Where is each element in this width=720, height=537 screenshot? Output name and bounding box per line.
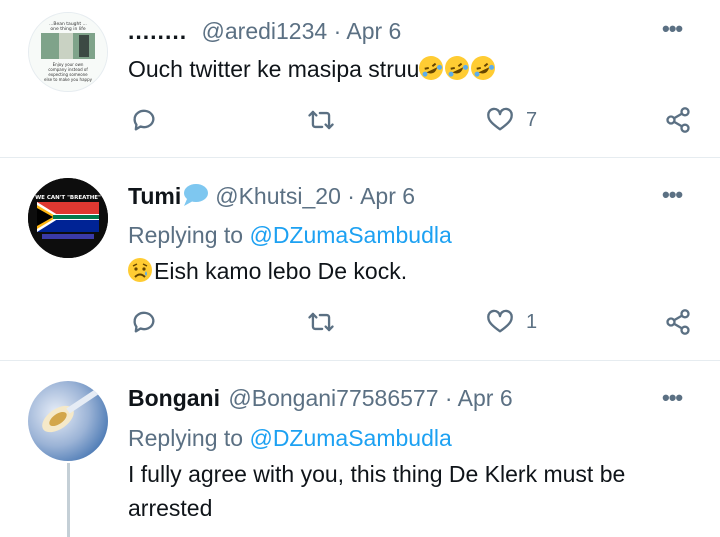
avatar[interactable] xyxy=(28,381,108,461)
tweet-date[interactable]: Apr 6 xyxy=(346,18,401,44)
retweet-button[interactable] xyxy=(306,308,336,336)
share-button[interactable] xyxy=(664,308,692,336)
more-icon[interactable]: ••• xyxy=(662,182,683,208)
heart-icon xyxy=(487,309,513,333)
tweet-3[interactable]: Bongani @Bongani77586577 · Apr 6 ••• Rep… xyxy=(0,361,720,537)
replying-to-handle[interactable]: @DZumaSambudla xyxy=(249,425,451,451)
username[interactable]: @Khutsi_20 xyxy=(215,183,341,209)
share-icon xyxy=(666,309,690,335)
replying-to-label: Replying to xyxy=(128,425,250,451)
avatar-image: ...Bean taught ... one thing in life Enj… xyxy=(29,13,107,91)
avatar[interactable]: WE CAN'T "BREATHE" xyxy=(28,178,108,258)
tweet-date[interactable]: Apr 6 xyxy=(458,385,513,411)
display-name[interactable]: Tumi xyxy=(128,183,181,209)
more-icon[interactable]: ••• xyxy=(662,16,683,42)
replying-to: Replying to @DZumaSambudla xyxy=(128,425,452,452)
speech-bubble-icon xyxy=(184,184,209,206)
separator: · xyxy=(327,18,347,44)
avatar-image xyxy=(28,381,108,461)
tweet-text: Ouch twitter ke masipa struu xyxy=(128,52,688,86)
retweet-icon xyxy=(308,110,334,130)
tweet-text-body: I fully agree with you, this thing De Kl… xyxy=(128,461,626,521)
replying-to-label: Replying to xyxy=(128,222,250,248)
more-icon[interactable]: ••• xyxy=(662,385,683,411)
like-count: 7 xyxy=(526,108,538,131)
tweet-1[interactable]: ...Bean taught ... one thing in life Enj… xyxy=(0,0,720,158)
display-name[interactable]: ........ xyxy=(128,18,187,44)
replying-to: Replying to @DZumaSambudla xyxy=(128,222,452,249)
reply-icon xyxy=(133,311,155,333)
tweet-header: Bongani @Bongani77586577 · Apr 6 xyxy=(128,385,513,412)
reply-button[interactable] xyxy=(130,308,158,336)
separator: · xyxy=(340,183,361,209)
avatar-image: WE CAN'T "BREATHE" xyxy=(28,178,108,258)
tweet-2[interactable]: WE CAN'T "BREATHE" Tumi @Khutsi_20 · Apr … xyxy=(0,158,720,360)
rolling-on-floor-laughing-icon xyxy=(415,52,500,86)
share-icon xyxy=(666,107,690,133)
like-count: 1 xyxy=(526,310,538,333)
share-button[interactable] xyxy=(664,106,692,134)
retweet-button[interactable] xyxy=(306,106,336,134)
like-button[interactable]: 1 xyxy=(486,308,537,336)
svg-text:WE CAN'T "BREATHE": WE CAN'T "BREATHE" xyxy=(35,195,101,201)
tweet-text-body: Eish kamo lebo De kock. xyxy=(154,258,408,284)
tweet-header: Tumi @Khutsi_20 · Apr 6 xyxy=(128,182,415,210)
username[interactable]: @Bongani77586577 xyxy=(228,385,438,411)
username[interactable]: @aredi1234 xyxy=(202,18,328,44)
tweet-actions: 1 xyxy=(0,308,720,338)
reply-icon xyxy=(133,109,155,131)
tweet-date[interactable]: Apr 6 xyxy=(360,183,415,209)
sad-but-relieved-face-icon xyxy=(128,258,152,282)
separator: · xyxy=(438,385,458,411)
tweet-text-body: Ouch twitter ke masipa struu xyxy=(128,56,420,82)
tweet-text: Eish kamo lebo De kock. xyxy=(128,254,688,288)
thread-line xyxy=(67,463,70,537)
replying-to-handle[interactable]: @DZumaSambudla xyxy=(249,222,451,248)
svg-text:else to make you happy: else to make you happy xyxy=(44,77,93,82)
like-button[interactable]: 7 xyxy=(486,106,537,134)
tweet-actions: 7 xyxy=(0,106,720,136)
tweet-text: I fully agree with you, this thing De Kl… xyxy=(128,457,688,525)
tweet-header: ........ @aredi1234 · Apr 6 xyxy=(128,18,401,45)
display-name[interactable]: Bongani xyxy=(128,385,220,411)
avatar[interactable]: ...Bean taught ... one thing in life Enj… xyxy=(28,12,108,92)
heart-icon xyxy=(487,107,513,131)
reply-button[interactable] xyxy=(130,106,158,134)
retweet-icon xyxy=(308,312,334,332)
svg-text:one thing in life: one thing in life xyxy=(50,26,85,32)
